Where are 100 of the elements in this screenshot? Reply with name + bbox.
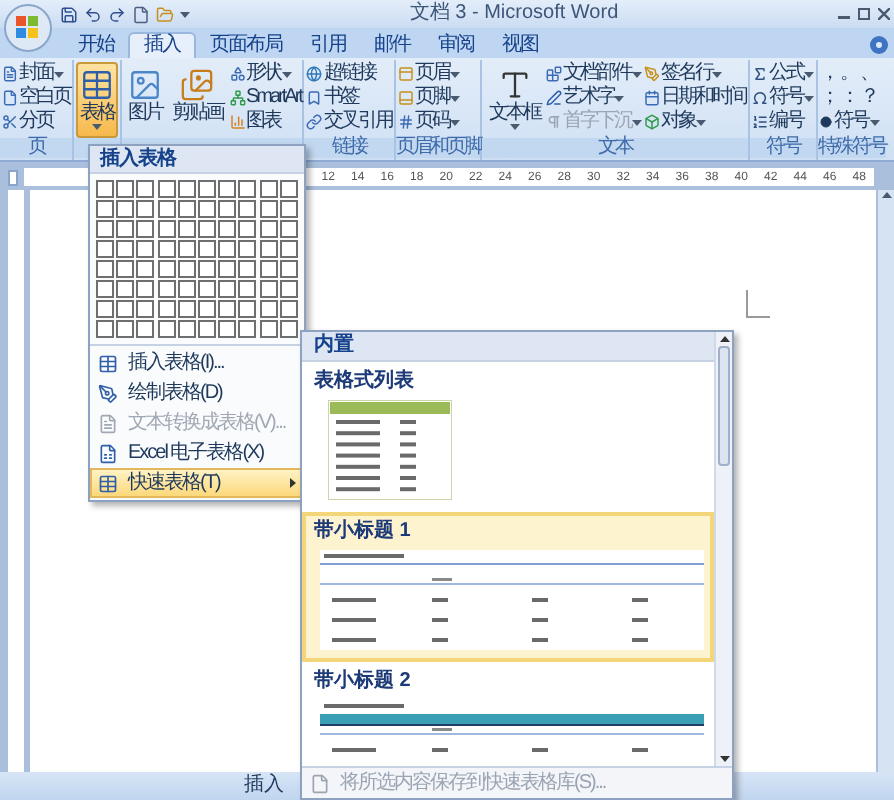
ribbon-button[interactable]: 书签	[306, 86, 392, 110]
menu-header: 插入表格	[100, 149, 176, 169]
link-icon	[306, 114, 323, 130]
insert-mode-label[interactable]: 插入	[244, 776, 284, 796]
menu-item[interactable]: 绘制表格(D)	[90, 378, 304, 408]
maximize-icon[interactable]	[858, 8, 870, 20]
ribbon-button[interactable]: 页码	[397, 110, 460, 134]
pen-nib-icon	[643, 66, 660, 82]
new-document-icon[interactable]	[132, 5, 150, 23]
group-label: 特殊符号	[817, 138, 886, 158]
gallery-scrollbar[interactable]	[714, 332, 732, 766]
ribbon-tab[interactable]: 开始	[64, 32, 128, 58]
ribbon-button[interactable]: 艺术字	[545, 86, 642, 110]
ribbon-button[interactable]: 超链接	[306, 62, 392, 86]
cube-icon	[643, 114, 660, 130]
ribbon-tab[interactable]: 审阅	[424, 32, 488, 58]
table-size-grid[interactable]	[90, 174, 304, 344]
symbol-button[interactable]: ，	[819, 62, 840, 86]
symbol-button[interactable]: ？	[859, 86, 880, 110]
quick-table-option[interactable]: 带小标题 1	[302, 512, 714, 662]
ribbon-button[interactable]: 公式	[751, 62, 814, 86]
ribbon-button[interactable]: 分页	[2, 110, 70, 134]
menu-item[interactable]: 快速表格(T)	[90, 468, 304, 498]
customize-caret-icon	[180, 11, 190, 17]
ribbon-button[interactable]: 文本框	[484, 62, 544, 138]
caret-icon	[449, 95, 460, 101]
caret-icon	[449, 71, 460, 77]
caret-icon	[803, 71, 814, 77]
ribbon-button[interactable]: 页脚	[397, 86, 460, 110]
blocks-icon	[545, 66, 562, 82]
ribbon-button[interactable]: 签名行	[643, 62, 746, 86]
table-icon	[80, 68, 114, 102]
ribbon-button[interactable]: 符号	[751, 86, 814, 110]
ribbon-button[interactable]: 文档部件	[545, 62, 642, 86]
quick-table-option[interactable]: 带小标题 2	[302, 662, 714, 766]
caret-icon	[281, 71, 291, 77]
ribbon-tab[interactable]: 视图	[488, 32, 552, 58]
ribbon-tab[interactable]: 插入	[128, 32, 196, 58]
symbol-button[interactable]: 、	[859, 62, 880, 86]
redo-icon[interactable]	[108, 5, 126, 23]
calendar-icon	[643, 90, 660, 106]
ribbon-button[interactable]: 剪贴画	[168, 62, 227, 138]
pilcrow-icon	[545, 114, 562, 130]
window-title: 文档 3 - Microsoft Word	[407, 4, 621, 24]
ribbon-button[interactable]: SmartArt	[229, 86, 301, 110]
ribbon-button[interactable]: 图片	[124, 62, 166, 138]
quick-table-option[interactable]: 表格式列表	[302, 362, 714, 512]
caret-icon	[631, 119, 642, 125]
caret-icon	[54, 71, 64, 77]
caret-icon	[509, 124, 520, 130]
option-title: 带小标题 2	[312, 670, 413, 694]
save-icon[interactable]	[60, 5, 78, 23]
symbol-button[interactable]: 。	[839, 62, 860, 86]
ribbon-button[interactable]: 封面	[2, 62, 70, 86]
menu-item[interactable]: Excel 电子表格(X)	[90, 438, 304, 468]
ribbon-button[interactable]: 表格	[76, 62, 118, 138]
ribbon-button[interactable]: 空白页	[2, 86, 70, 110]
caret-icon	[614, 95, 625, 101]
hash-icon	[397, 114, 414, 130]
spreadsheet-icon	[98, 443, 118, 463]
caret-icon	[631, 71, 642, 77]
group-label: 页眉和页脚	[395, 138, 481, 158]
scroll-down-icon[interactable]	[719, 756, 729, 762]
numbered-list-icon	[751, 114, 768, 130]
symbol-button[interactable]: ；	[819, 86, 840, 110]
ribbon-button[interactable]: 形状	[229, 62, 301, 86]
shapes-icon	[229, 66, 245, 82]
option-title: 表格式列表	[312, 370, 416, 394]
sigma-icon	[751, 66, 768, 82]
help-icon[interactable]	[870, 36, 888, 54]
ribbon-button[interactable]: 图表	[229, 110, 301, 134]
ribbon-tab[interactable]: 邮件	[360, 32, 424, 58]
option-title: 带小标题 1	[312, 520, 413, 544]
ribbon-tab[interactable]: 页面布局	[196, 32, 296, 58]
scroll-up-icon[interactable]	[719, 336, 729, 342]
caret-icon	[869, 119, 880, 125]
close-icon[interactable]	[878, 8, 890, 20]
picture-icon	[128, 68, 162, 102]
scissors-icon	[2, 114, 18, 130]
ribbon-button[interactable]: 日期和时间	[643, 86, 746, 110]
caret-icon	[449, 119, 460, 125]
ribbon-button[interactable]: 编号	[751, 110, 814, 134]
dot-icon	[819, 116, 832, 128]
footer-icon	[397, 90, 414, 106]
caret-icon	[92, 124, 102, 130]
scroll-up-icon[interactable]	[881, 192, 891, 198]
ribbon-button[interactable]: 交叉引用	[306, 110, 392, 134]
pictures-icon	[180, 68, 215, 102]
ribbon-tab[interactable]: 引用	[296, 32, 360, 58]
vertical-scrollbar[interactable]	[876, 190, 894, 772]
margin-corner-mark	[746, 290, 770, 318]
undo-icon[interactable]	[84, 5, 102, 23]
scroll-thumb[interactable]	[718, 346, 730, 466]
caret-icon	[803, 95, 814, 101]
symbol-button[interactable]: ：	[839, 86, 860, 110]
symbol-menu-button[interactable]: 符号	[819, 110, 884, 134]
ribbon-button[interactable]: 对象	[643, 110, 746, 134]
pencil-icon	[98, 383, 118, 403]
page-icon	[2, 90, 18, 106]
ribbon-button[interactable]: 页眉	[397, 62, 460, 86]
